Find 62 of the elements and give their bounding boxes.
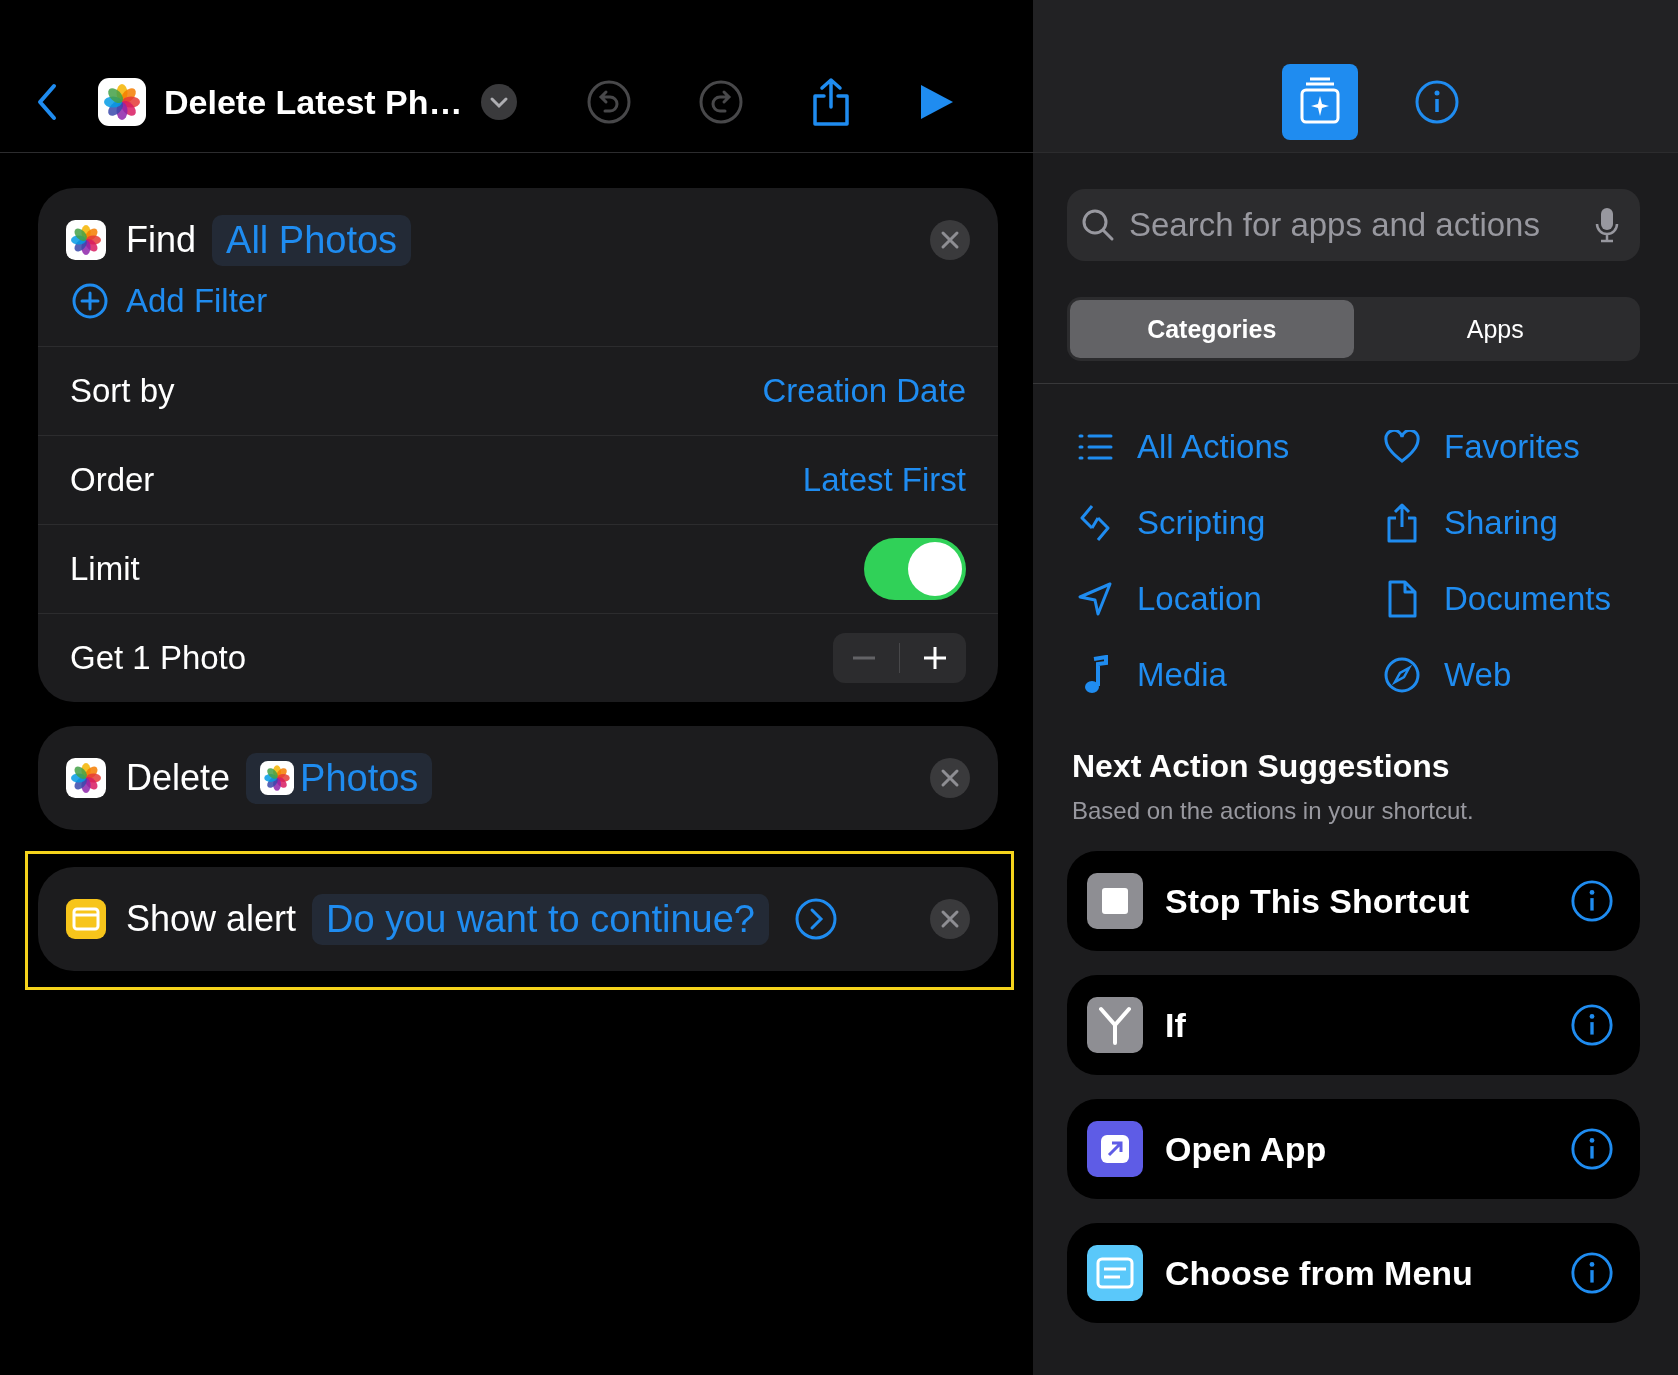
category-link[interactable]: All Actions [1137,428,1290,466]
category-link[interactable]: Scripting [1137,504,1266,542]
expand-chevron-icon[interactable] [794,898,837,940]
suggested-action[interactable]: If [1067,975,1640,1075]
segment-tab[interactable]: Categories [1070,300,1354,358]
action-name: Find [126,219,197,261]
category-link[interactable]: Web [1444,656,1512,694]
action-name: Delete [126,757,231,799]
action-card[interactable]: Show alert Do you want to continue? [38,867,998,971]
photos-app-icon [66,220,106,260]
segment-tab[interactable]: Apps [1353,300,1637,358]
info-icon[interactable] [1413,79,1460,125]
row-value[interactable]: Creation Date [762,372,966,410]
action-title: Choose from Menu [1165,1253,1473,1293]
category-link[interactable]: Favorites [1444,428,1580,466]
action-card[interactable]: Find All Photos Add Filter Sort by Creation Date Order Latest First Limit Get 1 Photo [38,188,998,702]
heart-icon [1382,430,1422,464]
row-label: Limit [70,550,140,588]
remove-icon[interactable] [930,220,970,260]
section-subtitle: Based on the actions in your shortcut. [1071,797,1475,825]
share-icon[interactable] [810,77,851,127]
add-filter-link[interactable]: Add Filter [126,282,268,320]
category-link[interactable]: Documents [1444,580,1611,618]
search-field[interactable]: Search for apps and actions [1067,189,1640,261]
shortcut-title[interactable]: Delete Latest Ph… [164,82,463,122]
suggested-action[interactable]: Open App [1067,1099,1640,1199]
photos-app-icon [66,758,106,798]
row-label: Order [70,461,155,499]
section-heading: Next Action Suggestions [1071,748,1451,785]
action-title: If [1165,1005,1186,1045]
play-icon[interactable] [918,83,955,121]
parameter-token[interactable]: All Photos [212,214,412,266]
parameter-token[interactable]: Do you want to continue? [312,893,769,945]
category-link[interactable]: Sharing [1444,504,1558,542]
microphone-icon[interactable] [1594,206,1620,244]
info-icon[interactable] [1570,1251,1614,1295]
remove-icon[interactable] [930,899,970,939]
alert-window-icon [66,899,106,939]
sparkle-library-icon[interactable] [1281,64,1358,140]
action-title: Stop This Shortcut [1165,881,1470,921]
action-title: Open App [1165,1129,1327,1169]
row-label: Get 1 Photo [70,639,247,677]
chevron-down-icon[interactable] [480,84,517,120]
compass-icon [1382,656,1422,694]
stepper[interactable] [833,633,966,683]
add-circle-icon[interactable] [72,283,108,319]
photos-app-icon [260,761,295,795]
remove-icon[interactable] [930,758,970,798]
suggested-action[interactable]: Stop This Shortcut [1067,851,1640,951]
info-icon[interactable] [1570,1003,1614,1047]
suggested-action[interactable]: Choose from Menu [1067,1223,1640,1323]
photos-app-icon [98,78,146,126]
action-card[interactable]: Delete Photos [38,726,998,830]
category-link[interactable]: Location [1137,580,1262,618]
action-name: Show alert [126,898,297,940]
row-value[interactable]: Latest First [802,461,966,499]
category-link[interactable]: Media [1137,656,1227,694]
info-icon[interactable] [1570,879,1614,923]
row-label: Sort by [70,372,175,410]
search-icon [1081,208,1115,242]
info-icon[interactable] [1570,1127,1614,1171]
parameter-token[interactable]: Photos [246,752,433,804]
